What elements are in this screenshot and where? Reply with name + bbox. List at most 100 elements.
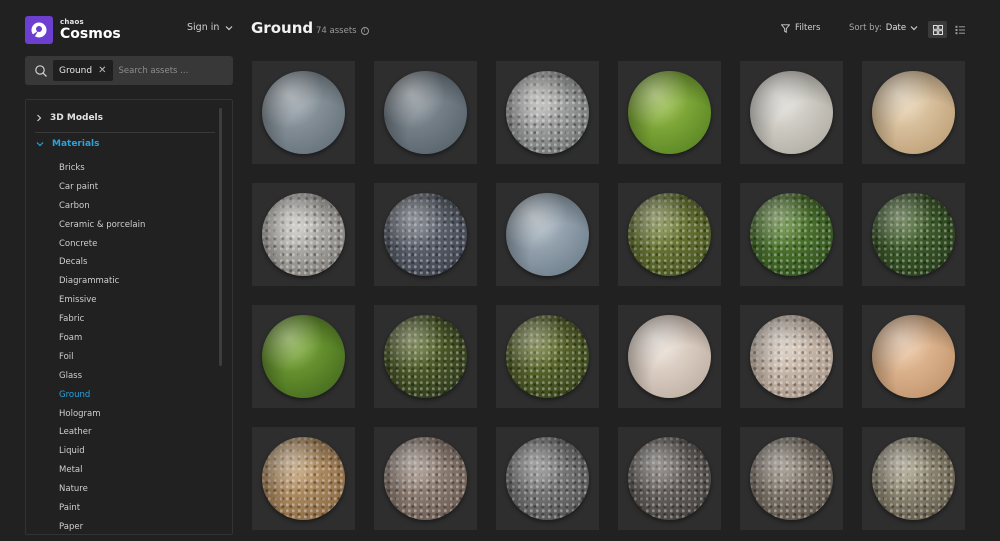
tree-divider: [35, 132, 215, 133]
material-preview-sphere: [506, 193, 589, 276]
tree-item-label: 3D Models: [50, 113, 103, 123]
asset-card[interactable]: [496, 427, 599, 530]
asset-count-label: 74 assets: [316, 26, 357, 36]
asset-card[interactable]: [862, 61, 965, 164]
tree-subitem[interactable]: Foil: [59, 348, 145, 367]
tree-subitem[interactable]: Fabric: [59, 310, 145, 329]
tree-subitem[interactable]: Hologram: [59, 405, 145, 424]
tree-subitem[interactable]: Liquid: [59, 442, 145, 461]
asset-card[interactable]: [252, 61, 355, 164]
chevron-right-icon: [37, 114, 42, 122]
asset-card[interactable]: [252, 305, 355, 408]
sign-in-button[interactable]: Sign in: [187, 22, 233, 33]
sort-label: Sort by:: [849, 23, 882, 33]
search-input[interactable]: [118, 65, 211, 76]
tree-scrollbar[interactable]: [219, 108, 222, 366]
grid-view-button[interactable]: [928, 21, 947, 38]
material-preview-sphere: [872, 71, 955, 154]
asset-card[interactable]: [740, 183, 843, 286]
asset-card[interactable]: [740, 61, 843, 164]
material-preview-sphere: [628, 71, 711, 154]
material-preview-sphere: [506, 437, 589, 520]
tree-subitem[interactable]: Emissive: [59, 291, 145, 310]
search-icon[interactable]: [34, 64, 48, 78]
sort-dropdown[interactable]: Sort by: Date: [849, 23, 918, 33]
material-preview-sphere: [628, 315, 711, 398]
info-icon[interactable]: i: [360, 27, 369, 35]
tree-subitem[interactable]: Ceramic & porcelain: [59, 216, 145, 235]
tree-subitem[interactable]: Paint: [59, 499, 145, 518]
filters-button[interactable]: Filters: [781, 23, 820, 33]
material-preview-sphere: [628, 437, 711, 520]
asset-count: 74 assets i: [316, 26, 369, 36]
filters-label: Filters: [795, 23, 821, 33]
chevron-down-icon: [36, 142, 44, 147]
tree-subitem[interactable]: Carbon: [59, 197, 145, 216]
asset-card[interactable]: [862, 183, 965, 286]
tree-subitem[interactable]: Leather: [59, 423, 145, 442]
page-title: Ground: [251, 19, 314, 37]
asset-card[interactable]: [618, 183, 721, 286]
tree-subitem[interactable]: Metal: [59, 461, 145, 480]
material-preview-sphere: [384, 437, 467, 520]
material-preview-sphere: [750, 193, 833, 276]
list-view-button[interactable]: [952, 21, 967, 38]
material-preview-sphere: [750, 437, 833, 520]
asset-card[interactable]: [618, 427, 721, 530]
asset-card[interactable]: [618, 305, 721, 408]
materials-subcategory-list: Bricks Car paint Carbon Ceramic & porcelain…: [59, 159, 145, 534]
asset-card[interactable]: [496, 61, 599, 164]
asset-card[interactable]: [740, 305, 843, 408]
material-preview-sphere: [628, 193, 711, 276]
cosmos-logo-icon: [25, 16, 53, 44]
sidebar: chaos Cosmos Sign in Ground ✕ 3D Models …: [0, 0, 244, 541]
material-preview-sphere: [384, 193, 467, 276]
tree-subitem[interactable]: Bricks: [59, 159, 145, 178]
filter-chip-label: Ground: [59, 65, 93, 76]
tree-subitem[interactable]: Glass: [59, 367, 145, 386]
close-icon[interactable]: ✕: [98, 65, 106, 76]
material-preview-sphere: [506, 71, 589, 154]
asset-card[interactable]: [618, 61, 721, 164]
material-preview-sphere: [872, 193, 955, 276]
material-preview-sphere: [384, 71, 467, 154]
brand-company: chaos: [60, 18, 84, 26]
tree-subitem[interactable]: Ground: [59, 386, 145, 405]
material-preview-sphere: [750, 71, 833, 154]
asset-card[interactable]: [374, 61, 477, 164]
asset-card[interactable]: [252, 427, 355, 530]
tree-subitem[interactable]: Foam: [59, 329, 145, 348]
tree-subitem[interactable]: Decals: [59, 253, 145, 272]
tree-subitem[interactable]: Concrete: [59, 235, 145, 254]
material-preview-sphere: [262, 315, 345, 398]
tree-subitem[interactable]: Nature: [59, 480, 145, 499]
filter-icon: [781, 23, 790, 33]
asset-card[interactable]: [252, 183, 355, 286]
brand-name: Cosmos: [60, 26, 121, 42]
material-preview-sphere: [262, 437, 345, 520]
tree-item-materials[interactable]: Materials: [36, 139, 216, 149]
category-tree: 3D Models Materials Bricks Car paint Carbo…: [25, 99, 233, 535]
sort-value: Date: [885, 23, 907, 33]
asset-card[interactable]: [862, 427, 965, 530]
material-preview-sphere: [262, 71, 345, 154]
asset-card[interactable]: [740, 427, 843, 530]
chevron-down-icon: [225, 25, 233, 30]
asset-card[interactable]: [496, 305, 599, 408]
material-preview-sphere: [872, 437, 955, 520]
asset-card[interactable]: [862, 305, 965, 408]
tree-item-3d-models[interactable]: 3D Models: [36, 113, 216, 123]
tree-subitem[interactable]: Paper: [59, 518, 145, 534]
asset-card[interactable]: [496, 183, 599, 286]
asset-card[interactable]: [374, 305, 477, 408]
brand-logo[interactable]: chaos Cosmos: [25, 14, 145, 46]
material-preview-sphere: [872, 315, 955, 398]
asset-card[interactable]: [374, 183, 477, 286]
search-bar: Ground ✕: [25, 56, 233, 85]
tree-subitem[interactable]: Car paint: [59, 178, 145, 197]
material-preview-sphere: [750, 315, 833, 398]
tree-subitem[interactable]: Diagrammatic: [59, 272, 145, 291]
asset-card[interactable]: [374, 427, 477, 530]
chevron-down-icon: [910, 26, 918, 31]
list-view-icon: [955, 25, 965, 34]
